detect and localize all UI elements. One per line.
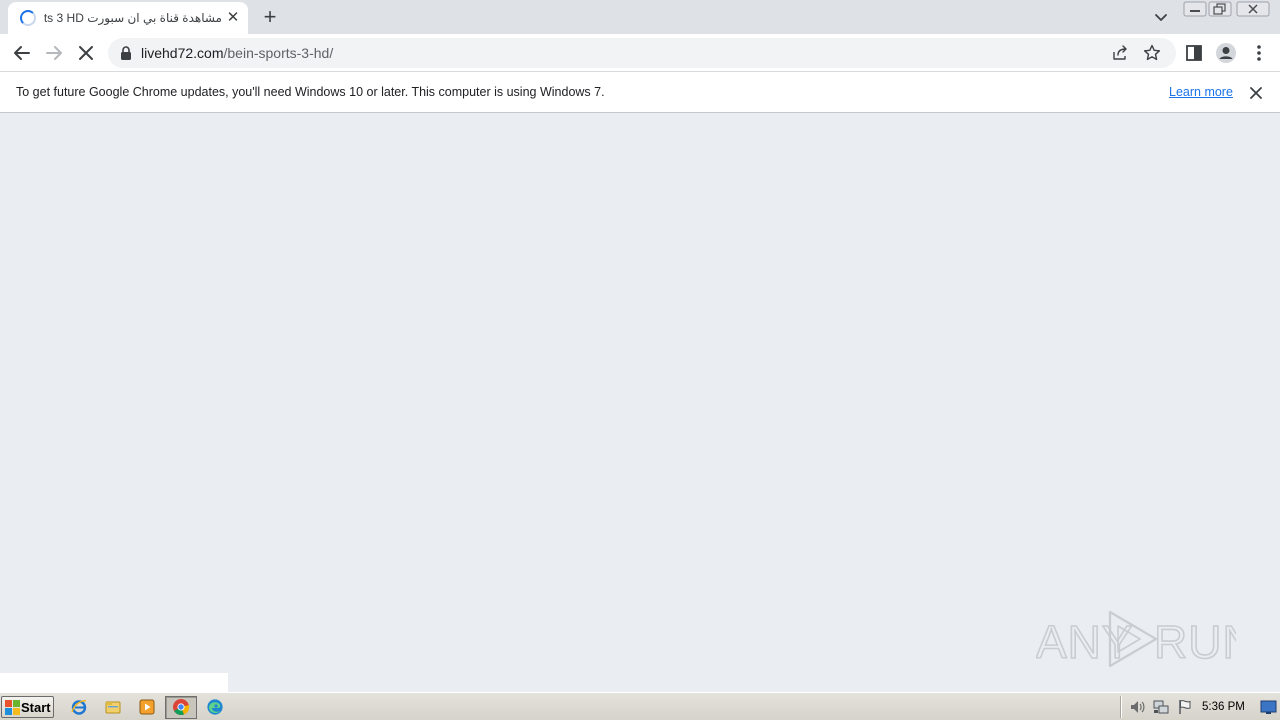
tab-search-chevron-icon[interactable] (1150, 6, 1172, 28)
infobar-close-icon[interactable] (1246, 83, 1266, 103)
loading-spinner-icon (20, 10, 36, 26)
internet-explorer-icon[interactable] (70, 698, 88, 716)
back-arrow-icon[interactable] (10, 41, 34, 65)
url-host: livehd72.com (141, 45, 224, 61)
new-tab-button[interactable]: + (258, 4, 282, 30)
browser-toolbar: livehd72.com/bein-sports-3-hd/ (0, 34, 1280, 72)
anyrun-watermark-logo: ANY RUN (1036, 610, 1236, 669)
window-restore-button[interactable] (1208, 1, 1232, 17)
volume-icon[interactable] (1128, 698, 1146, 716)
system-clock[interactable]: 5:36 PM (1202, 700, 1245, 714)
chrome-icon[interactable] (172, 698, 190, 716)
start-button[interactable]: Start (1, 696, 54, 718)
tab-close-button[interactable]: ✕ (224, 8, 242, 28)
show-desktop-icon[interactable] (1259, 698, 1278, 716)
status-bubble (0, 673, 228, 692)
edge-icon[interactable] (206, 698, 224, 716)
tab-title: مشاهدة قناة بي ان سبورت bein sports 3 HD (44, 11, 222, 25)
menu-kebab-icon[interactable] (1247, 41, 1271, 65)
lock-icon[interactable] (120, 46, 132, 60)
file-explorer-icon[interactable] (104, 698, 122, 716)
url-path: /bein-sports-3-hd/ (223, 45, 334, 61)
network-icon[interactable] (1152, 698, 1170, 716)
watermark-text-right: RUN (1154, 616, 1236, 668)
bookmark-star-icon[interactable] (1142, 43, 1162, 63)
windows-taskbar: Start 5:36 PM (0, 692, 1280, 720)
window-close-button[interactable] (1236, 1, 1270, 17)
media-player-icon[interactable] (138, 698, 156, 716)
window-minimize-button[interactable] (1183, 1, 1207, 17)
tray-separator (1120, 696, 1122, 718)
address-bar[interactable]: livehd72.com/bein-sports-3-hd/ (108, 38, 1176, 68)
side-panel-icon[interactable] (1182, 41, 1206, 65)
start-label: Start (21, 700, 51, 715)
learn-more-link[interactable]: Learn more (1169, 84, 1233, 100)
share-icon[interactable] (1110, 43, 1130, 63)
url-text[interactable]: livehd72.com/bein-sports-3-hd/ (141, 44, 333, 62)
browser-tab-active[interactable]: مشاهدة قناة بي ان سبورت bein sports 3 HD… (8, 2, 248, 34)
infobar-message: To get future Google Chrome updates, you… (16, 85, 605, 99)
update-infobar: To get future Google Chrome updates, you… (0, 72, 1280, 113)
tab-strip: مشاهدة قناة بي ان سبورت bein sports 3 HD… (0, 0, 1280, 34)
windows-logo-icon (5, 700, 20, 715)
profile-icon[interactable] (1214, 41, 1238, 65)
action-center-flag-icon[interactable] (1176, 698, 1194, 716)
stop-loading-icon[interactable] (74, 41, 98, 65)
forward-arrow-icon[interactable] (42, 41, 66, 65)
